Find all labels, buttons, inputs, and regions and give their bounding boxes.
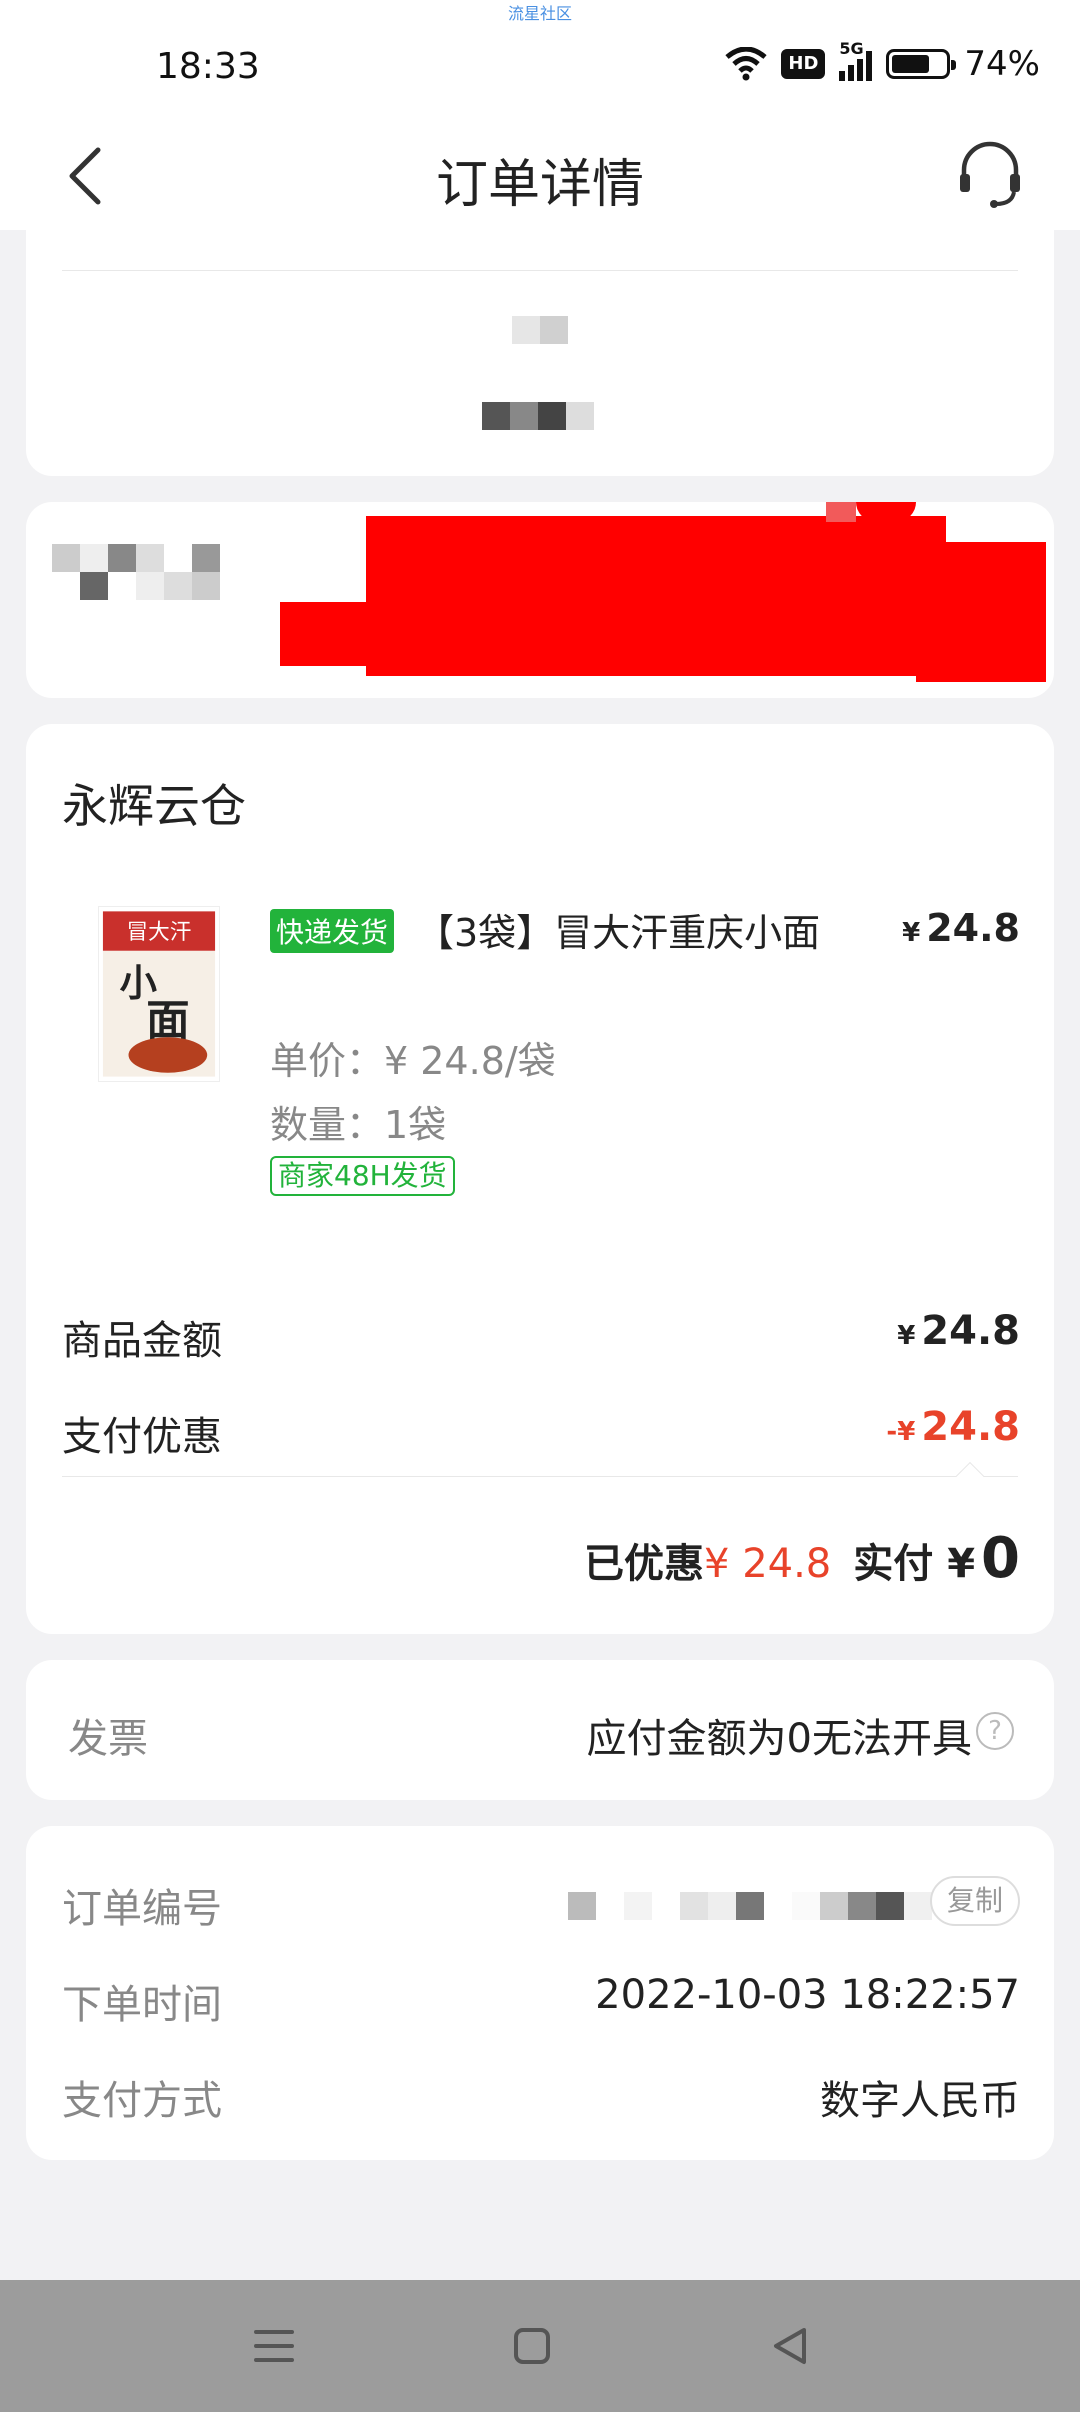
- order-time-value: 2022-10-03 18:22:57: [595, 1972, 1020, 2018]
- shipping-tag: 商家48H发货: [270, 1156, 455, 1196]
- goods-amount-label: 商品金额: [62, 1318, 222, 1364]
- thumb-brand-text: 冒大汗: [127, 920, 192, 945]
- currency-symbol: ¥: [897, 1321, 916, 1351]
- payment-method-value: 数字人民币: [820, 2078, 1020, 2124]
- wifi-icon: [725, 47, 768, 81]
- quantity: 数量：1袋: [270, 1103, 447, 1147]
- goods-value: 24.8: [921, 1308, 1020, 1354]
- divider: [62, 270, 1018, 271]
- order-time-label: 下单时间: [62, 1982, 222, 2028]
- order-number-label: 订单编号: [62, 1886, 222, 1932]
- question-circle-icon[interactable]: ?: [976, 1712, 1014, 1750]
- payment-method-label: 支付方式: [62, 2078, 222, 2124]
- paid-label: 实付 ¥: [853, 1541, 976, 1587]
- currency-symbol: ¥: [902, 918, 921, 948]
- product-thumbnail[interactable]: 冒大汗 小 面: [98, 906, 220, 1082]
- product-price: ¥24.8: [902, 906, 1020, 950]
- menu-icon[interactable]: [250, 2322, 298, 2370]
- pixelated-redaction: [52, 544, 220, 600]
- red-scribble: [280, 602, 390, 666]
- order-items-card: 永辉云仓 冒大汗 小 面 【3袋】冒大汗重庆小面 快递发货 ¥24.8 单价：¥…: [26, 724, 1054, 1634]
- price-value: 24.8: [926, 906, 1020, 950]
- discount-label: 支付优惠: [62, 1414, 222, 1460]
- goods-amount-value: ¥24.8: [897, 1308, 1020, 1354]
- discount-value: -¥ 24.8: [886, 1404, 1020, 1450]
- pixelated-redaction: [568, 1892, 932, 1920]
- currency-symbol: -¥: [886, 1417, 916, 1447]
- status-time: 18:33: [156, 46, 260, 87]
- status-icons: HD 5G 74%: [725, 39, 1040, 84]
- discount-amount: 24.8: [921, 1404, 1020, 1450]
- store-name[interactable]: 永辉云仓: [62, 770, 246, 836]
- signal-icon: 5G: [839, 39, 873, 81]
- order-info-card: 订单编号 复制 下单时间 2022-10-03 18:22:57 支付方式 数字…: [26, 1826, 1054, 2160]
- invoice-card[interactable]: 发票 应付金额为0无法开具 ?: [26, 1660, 1054, 1800]
- copy-button[interactable]: 复制: [930, 1876, 1020, 1926]
- home-icon[interactable]: [508, 2322, 556, 2370]
- battery-percent: 74%: [964, 44, 1040, 84]
- red-scribble: [916, 542, 1046, 682]
- invoice-value: 应付金额为0无法开具: [586, 1716, 972, 1762]
- red-scribble: [366, 516, 946, 676]
- saved-label: 已优惠: [584, 1541, 705, 1587]
- total-row: 已优惠 ¥ 24.8 实付 ¥ 0: [584, 1526, 1020, 1591]
- unit-price: 单价：¥ 24.8/袋: [270, 1039, 556, 1083]
- product-image: 冒大汗 小 面: [102, 911, 216, 1077]
- saved-value: ¥ 24.8: [704, 1541, 832, 1587]
- network-type: 5G: [839, 39, 864, 58]
- system-nav-bar: [0, 2280, 1080, 2412]
- red-scribble: [826, 502, 856, 522]
- watermark: 流星社区: [507, 4, 572, 23]
- back-triangle-icon[interactable]: [766, 2322, 814, 2370]
- battery-icon: [886, 49, 957, 79]
- hd-icon: HD: [781, 49, 826, 79]
- headset-icon[interactable]: [954, 134, 1026, 214]
- redacted-card: [26, 502, 1054, 698]
- paid-value: 0: [981, 1526, 1020, 1591]
- divider: [62, 1476, 1018, 1477]
- status-bar: 流星社区 18:33 HD 5G 74%: [0, 0, 1080, 120]
- pixelated-redaction: [512, 316, 568, 344]
- pixelated-redaction: [482, 402, 594, 430]
- invoice-label: 发票: [68, 1716, 148, 1762]
- express-tag: 快递发货: [270, 909, 395, 953]
- divider-notch: [955, 1461, 985, 1491]
- page-title: 订单详情: [435, 155, 644, 215]
- address-card: [26, 210, 1054, 476]
